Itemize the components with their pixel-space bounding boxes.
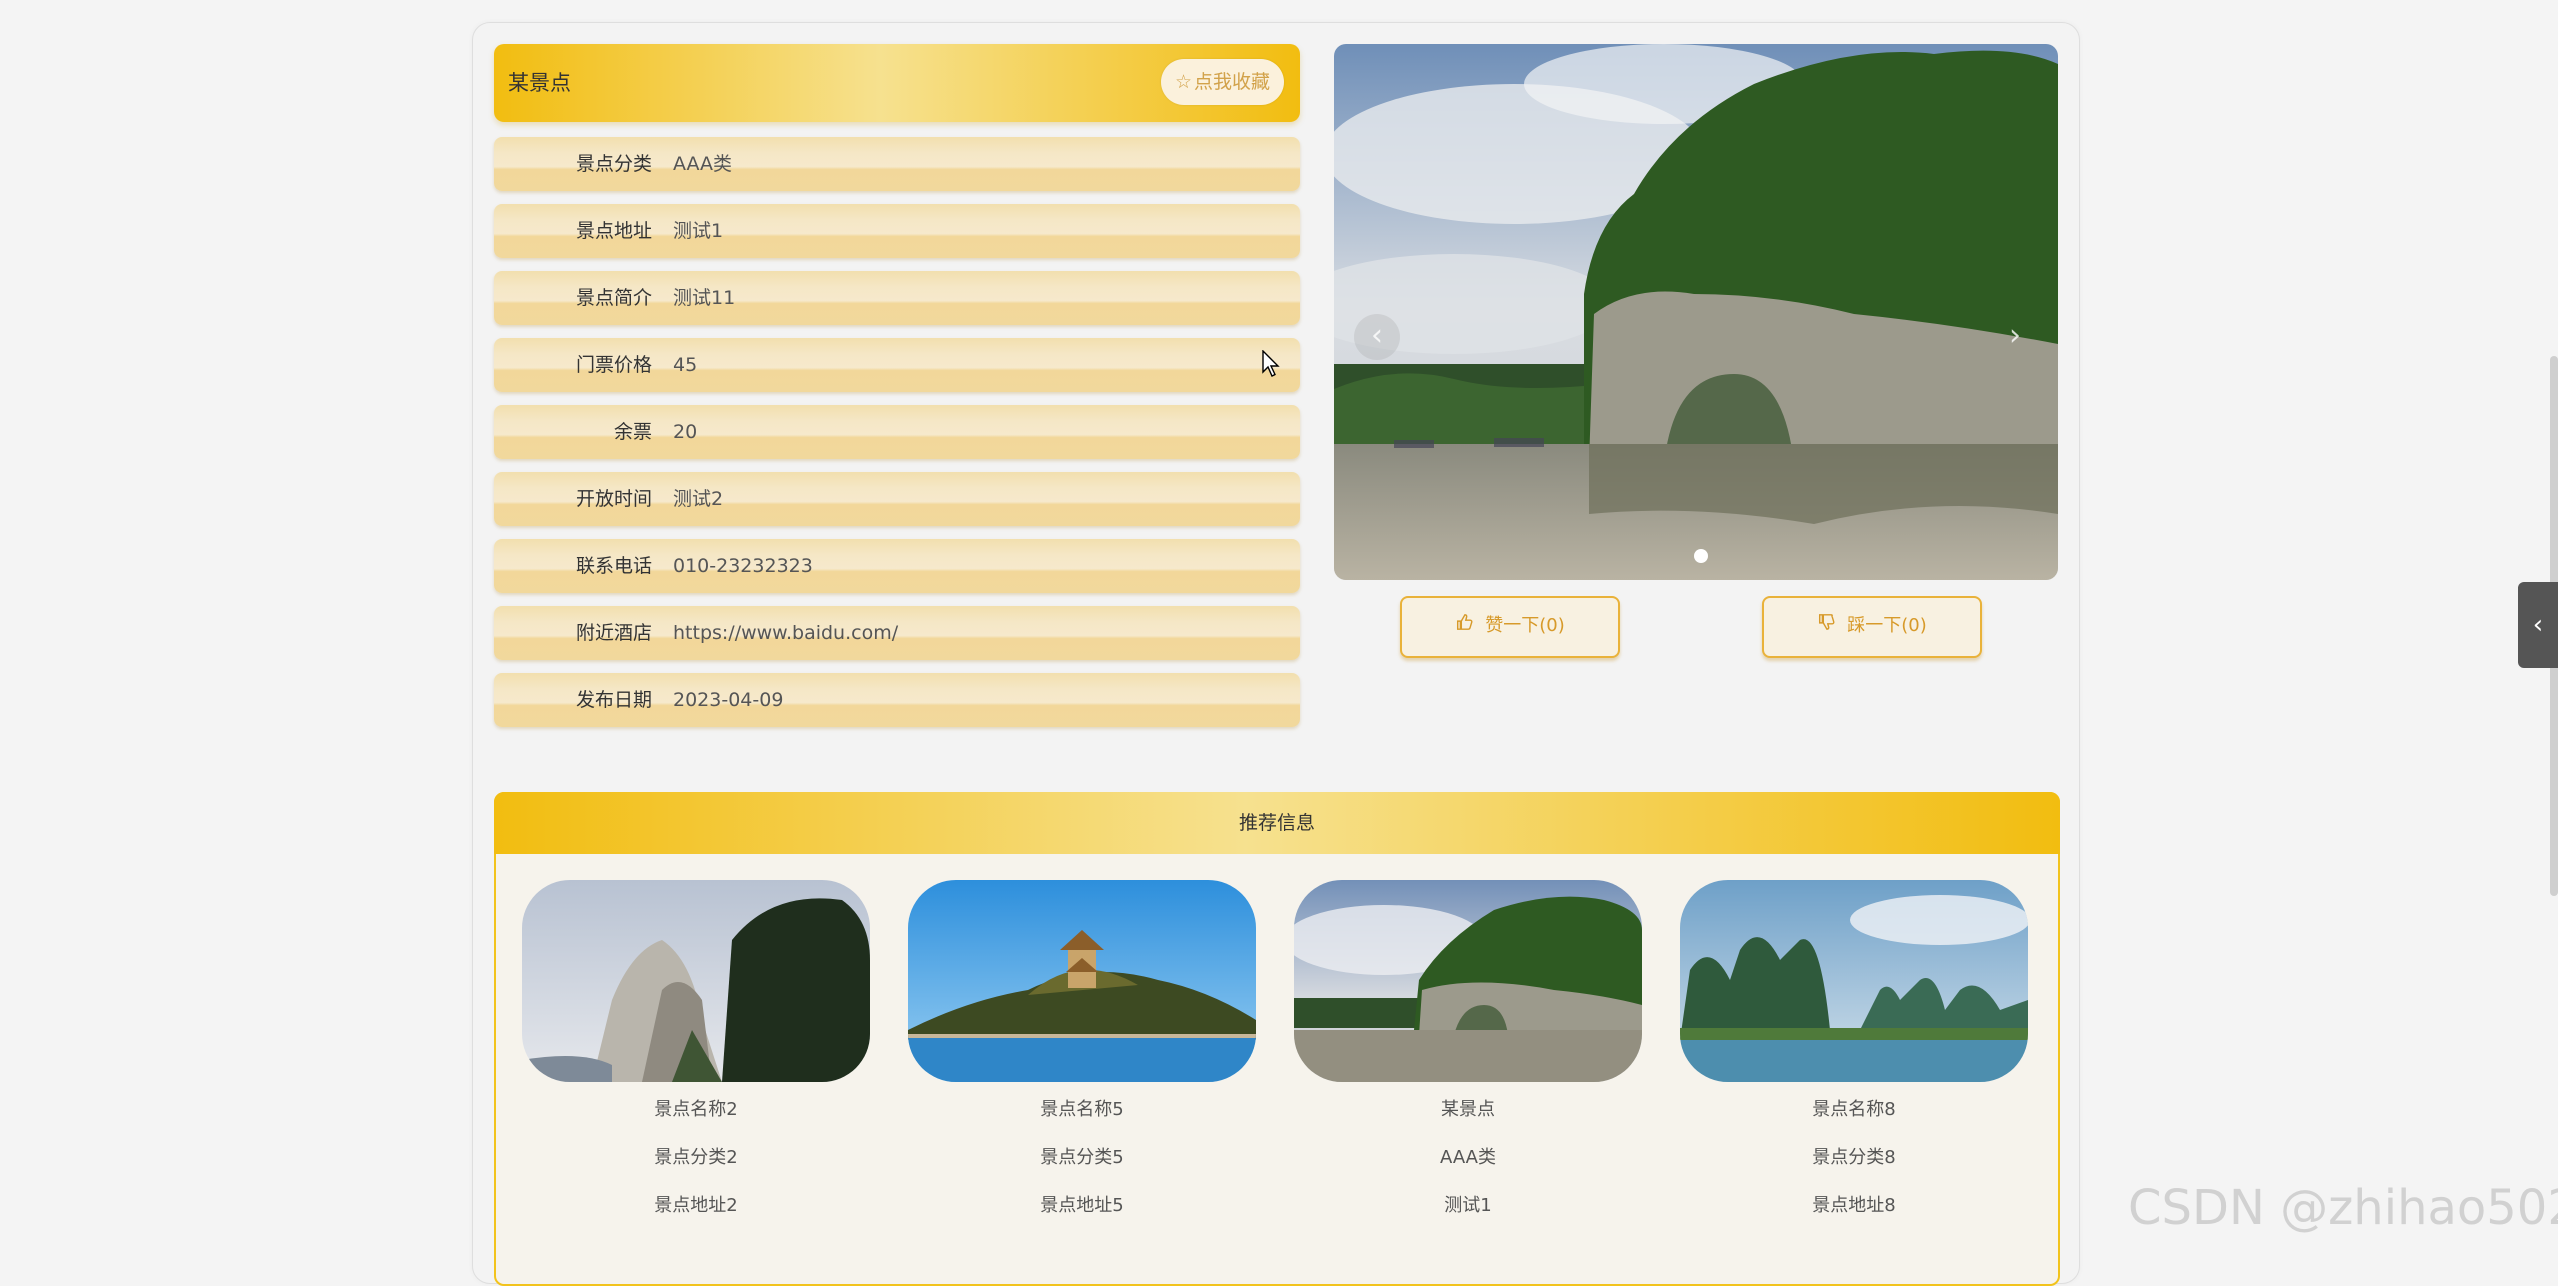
carousel-next-button[interactable]: › [1992, 314, 2038, 360]
dislike-button[interactable]: 踩一下(0) [1762, 596, 1982, 658]
carousel-indicators [1694, 548, 1708, 567]
info-row-category: 景点分类 AAA类 [494, 137, 1300, 191]
recommend-category: AAA类 [1440, 1147, 1496, 1168]
recommend-address: 景点地址8 [1812, 1195, 1896, 1216]
scenic-title-bar: 某景点 ☆ 点我收藏 [494, 44, 1300, 122]
carousel-image [1334, 44, 2058, 580]
recommend-address: 景点地址2 [654, 1195, 738, 1216]
info-row-intro: 景点简介 测试11 [494, 271, 1300, 325]
info-row-phone: 联系电话 010-23232323 [494, 539, 1300, 593]
recommend-item[interactable]: 景点名称2 景点分类2 景点地址2 [522, 880, 870, 1230]
thumbs-down-icon [1817, 598, 1835, 654]
info-label: 开放时间 [575, 488, 652, 510]
info-value: 2023-04-09 [673, 689, 784, 711]
recommend-image [522, 880, 870, 1082]
info-value: AAA类 [673, 153, 733, 175]
recommend-name: 某景点 [1441, 1099, 1495, 1120]
chevron-left-icon: ‹ [2532, 610, 2544, 640]
info-value: 45 [673, 354, 698, 376]
recommend-image [1294, 880, 1642, 1082]
recommend-name: 景点名称2 [654, 1099, 738, 1120]
info-row-remaining: 余票 20 [494, 405, 1300, 459]
recommend-image [1680, 880, 2028, 1082]
chevron-right-icon: › [2009, 318, 2021, 353]
recommend-name: 景点名称5 [1040, 1099, 1124, 1120]
like-label: 赞一下(0) [1485, 615, 1565, 636]
mouse-cursor-icon [1262, 349, 1282, 382]
info-label: 余票 [613, 421, 652, 443]
side-panel-toggle[interactable]: ‹ [2518, 582, 2558, 668]
info-row-price: 门票价格 45 [494, 338, 1300, 392]
favorite-label: 点我收藏 [1193, 71, 1270, 93]
recommend-address: 景点地址5 [1040, 1195, 1124, 1216]
recommend-category: 景点分类2 [654, 1147, 738, 1168]
info-row-publish-date: 发布日期 2023-04-09 [494, 673, 1300, 727]
watermark: CSDN @zhihao502 [2128, 1180, 2558, 1236]
recommend-item[interactable]: 景点名称5 景点分类5 景点地址5 [908, 880, 1256, 1230]
dislike-label: 踩一下(0) [1847, 615, 1927, 636]
recommend-item[interactable]: 某景点 AAA类 测试1 [1294, 880, 1642, 1230]
info-label: 联系电话 [575, 555, 652, 577]
info-row-address: 景点地址 测试1 [494, 204, 1300, 258]
info-value: 20 [673, 421, 698, 443]
recommend-name: 景点名称8 [1812, 1099, 1896, 1120]
info-value: 测试2 [673, 488, 724, 510]
image-carousel[interactable]: ‹ › [1334, 44, 2058, 580]
info-label: 景点简介 [575, 287, 652, 309]
recommend-address: 测试1 [1444, 1195, 1492, 1216]
recommend-category: 景点分类8 [1812, 1147, 1896, 1168]
recommend-item[interactable]: 景点名称8 景点分类8 景点地址8 [1680, 880, 2028, 1230]
info-row-hotel: 附近酒店 https://www.baidu.com/ [494, 606, 1300, 660]
star-icon: ☆ [1174, 71, 1192, 93]
carousel-dot[interactable] [1694, 549, 1708, 563]
info-value: 测试1 [673, 220, 724, 242]
recommend-category: 景点分类5 [1040, 1147, 1124, 1168]
info-label: 发布日期 [575, 689, 652, 711]
chevron-left-icon: ‹ [1371, 318, 1383, 353]
recommend-image [908, 880, 1256, 1082]
thumbs-up-icon [1455, 598, 1473, 654]
info-label: 附近酒店 [575, 622, 652, 644]
info-row-open-time: 开放时间 测试2 [494, 472, 1300, 526]
info-label: 景点分类 [575, 153, 652, 175]
info-label: 门票价格 [575, 354, 652, 376]
like-button[interactable]: 赞一下(0) [1400, 596, 1620, 658]
info-label: 景点地址 [575, 220, 652, 242]
recommend-header: 推荐信息 [494, 792, 2060, 854]
info-value: https://www.baidu.com/ [673, 622, 899, 644]
info-value: 测试11 [673, 287, 736, 309]
info-value: 010-23232323 [673, 555, 813, 577]
page-title: 某景点 [508, 71, 571, 95]
favorite-button[interactable]: ☆ 点我收藏 [1160, 59, 1284, 105]
carousel-prev-button[interactable]: ‹ [1354, 314, 1400, 360]
